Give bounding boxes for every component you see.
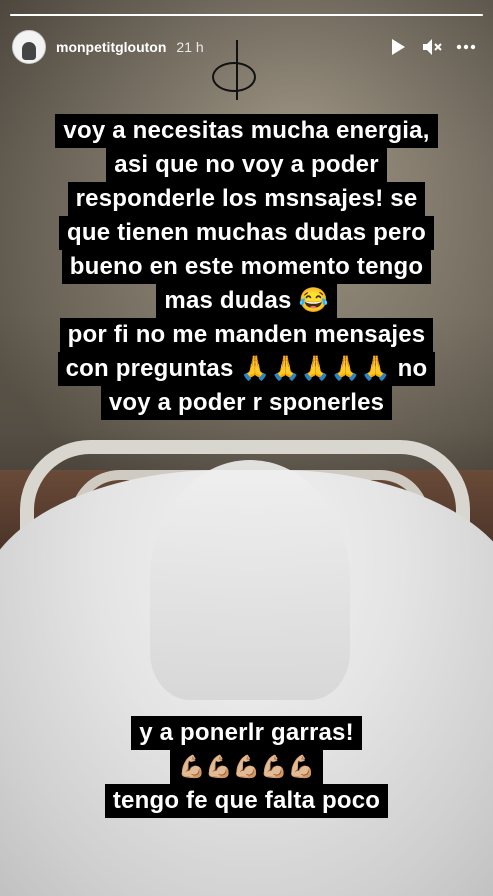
caption-line: que tienen muchas dudas pero (58, 216, 434, 250)
timestamp: 21 h (176, 39, 204, 55)
caption-line: mas dudas 😂 (156, 284, 337, 318)
avatar[interactable] (12, 30, 46, 64)
caption-line: responderle los msnsajes! se (67, 182, 426, 216)
caption-line: asi que no voy a poder (106, 148, 387, 182)
caption-line: y a ponerlr garras! (131, 716, 362, 750)
cord-knot (212, 62, 256, 92)
caption-line: por fi no me manden mensajes (59, 318, 434, 352)
caption-bottom: y a ponerlr garras! 💪🏼💪🏼💪🏼💪🏼💪🏼 tengo fe … (0, 716, 493, 818)
mute-icon[interactable] (422, 37, 442, 57)
username[interactable]: monpetitglouton (56, 39, 166, 55)
story-progress-bar (10, 14, 483, 16)
story-view[interactable]: monpetitglouton 21 h voy a necesitas muc… (0, 0, 493, 896)
more-icon[interactable] (456, 37, 476, 57)
caption-line: tengo fe que falta poco (104, 784, 389, 818)
caption-line: voy a necesitas mucha energia, (55, 114, 438, 148)
story-controls (388, 37, 482, 57)
sheet-fold (150, 460, 350, 700)
flexed-biceps-emojis: 💪🏼💪🏼💪🏼💪🏼💪🏼 (170, 750, 323, 784)
caption-line: con preguntas 🙏🙏🙏🙏🙏 no (57, 352, 436, 386)
story-header: monpetitglouton 21 h (12, 28, 482, 66)
caption-top: voy a necesitas mucha energia, asi que n… (0, 114, 493, 420)
caption-line: bueno en este momento tengo (61, 250, 432, 284)
avatar-figure (22, 42, 36, 60)
play-icon[interactable] (388, 37, 408, 57)
story-progress-fill (10, 14, 483, 16)
caption-line: voy a poder r sponerles (100, 386, 393, 420)
